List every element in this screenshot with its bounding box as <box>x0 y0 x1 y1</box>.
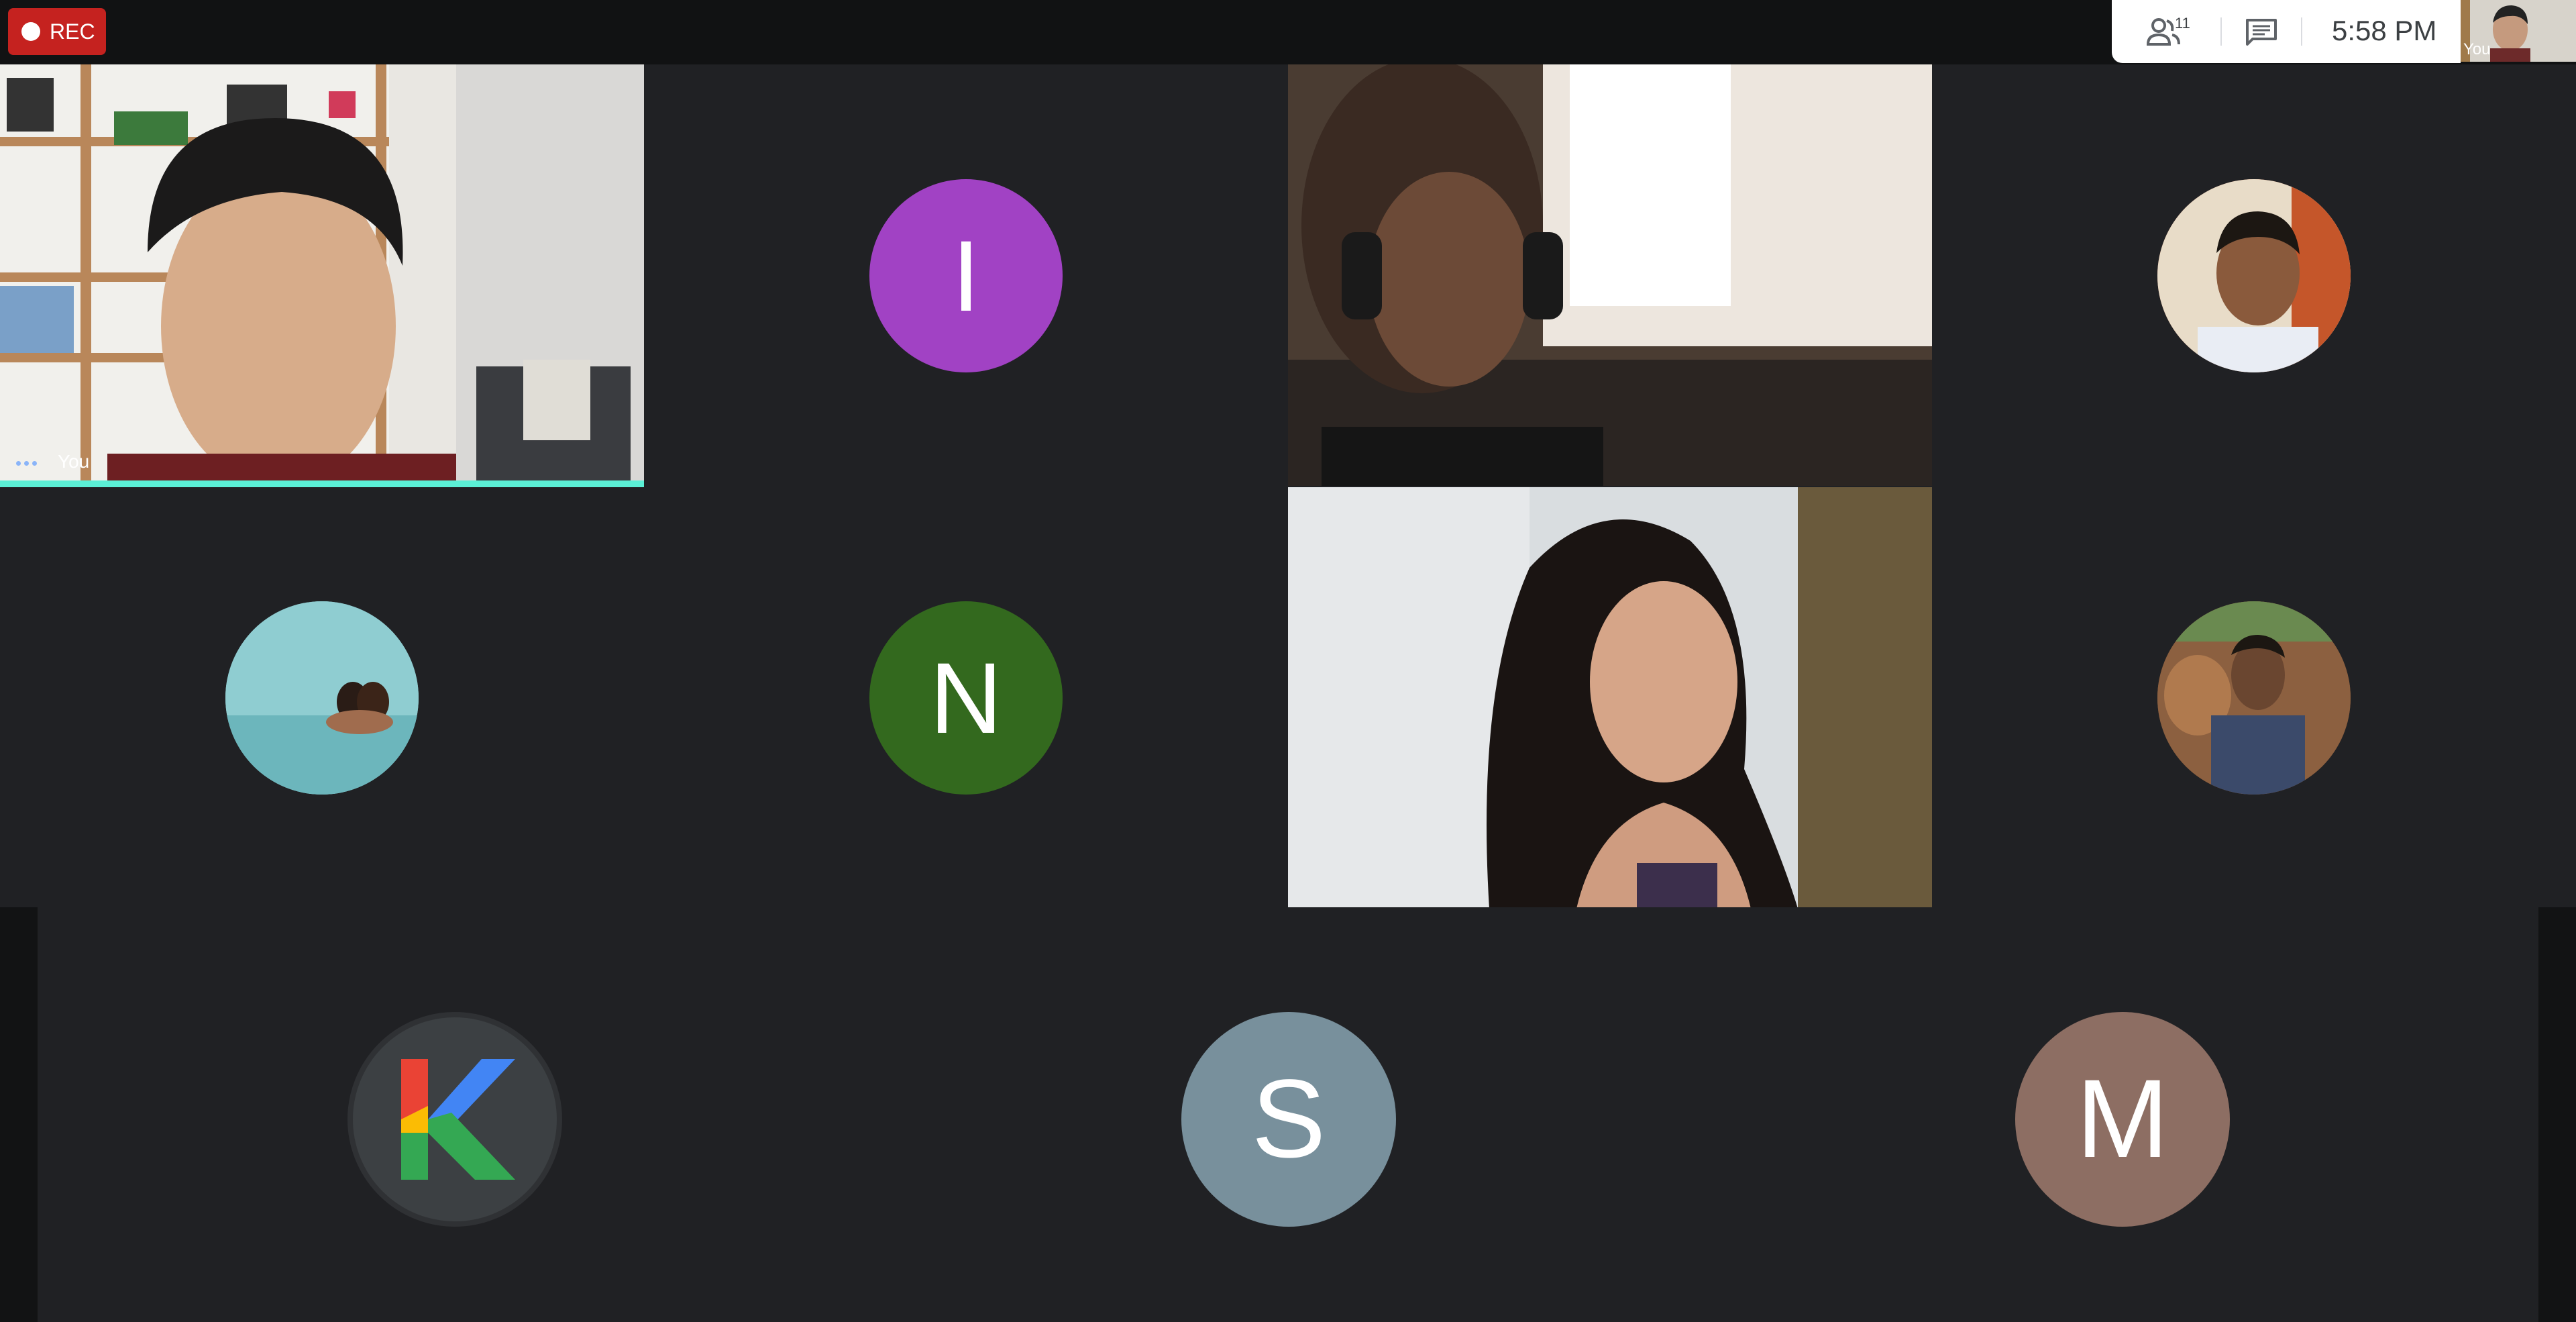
avatar-initial: S <box>1251 1057 1326 1181</box>
avatar-initial: N <box>929 641 1003 754</box>
chat-icon[interactable] <box>2245 17 2278 47</box>
clock: 5:58 PM <box>2332 15 2437 46</box>
divider <box>2220 17 2222 46</box>
recording-label: REC <box>50 19 95 44</box>
participant-tile[interactable] <box>1288 64 1932 486</box>
participant-tile-you[interactable]: You <box>0 64 644 487</box>
speaking-indicator <box>0 480 644 487</box>
self-view-label: You <box>2463 40 2491 58</box>
participant-tile[interactable]: S <box>872 907 1705 1322</box>
self-view-thumbnail[interactable]: You <box>2461 0 2576 62</box>
profile-photo <box>2157 179 2351 372</box>
participant-tile[interactable]: N <box>644 487 1288 909</box>
side-strip <box>0 907 38 1322</box>
participant-avatar: K <box>347 1012 562 1227</box>
participant-avatar <box>2157 601 2351 795</box>
profile-photo <box>2157 601 2351 795</box>
participant-avatar: N <box>869 601 1063 795</box>
participant-video <box>0 64 644 487</box>
meeting-info-bar: 11 5:58 PM <box>2112 0 2461 63</box>
participant-count: 11 <box>2175 15 2190 32</box>
side-strip <box>2538 907 2576 1322</box>
profile-photo <box>225 601 419 795</box>
participant-tile[interactable]: I <box>644 64 1288 487</box>
participant-tile[interactable] <box>1932 64 2576 487</box>
participant-avatar <box>225 601 419 795</box>
participant-avatar: S <box>1181 1012 1396 1227</box>
participant-video <box>1288 487 1932 909</box>
participant-tile[interactable] <box>1288 487 1932 909</box>
participant-avatar: M <box>2015 1012 2230 1227</box>
participant-name: You <box>58 451 90 472</box>
participant-avatar: I <box>869 179 1063 372</box>
avatar-initial: M <box>2076 1057 2169 1181</box>
audio-level-icon <box>16 461 37 466</box>
divider <box>2301 17 2302 46</box>
avatar-initial: I <box>952 219 980 332</box>
recording-badge: REC <box>8 8 106 55</box>
participant-tile[interactable]: M <box>1705 907 2538 1322</box>
record-dot-icon <box>21 22 40 41</box>
participant-video <box>1288 64 1932 486</box>
participant-tile[interactable] <box>0 487 644 909</box>
participant-tile[interactable] <box>1932 487 2576 909</box>
participant-avatar <box>2157 179 2351 372</box>
participant-tile[interactable]: K <box>38 907 872 1322</box>
